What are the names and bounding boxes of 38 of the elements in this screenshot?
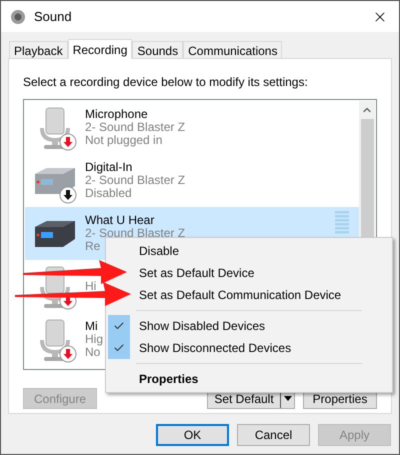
device-driver: 2- Sound Blaster Z [85,174,186,187]
device-driver: Hi [85,280,96,293]
device-status: No [85,346,100,359]
device-driver: 2- Sound Blaster Z [85,227,186,240]
device-status: Re [85,240,100,253]
down-arrow-badge-icon [59,344,77,362]
tab[interactable]: Playback [9,41,68,58]
window-title: Sound [34,8,72,26]
menu-item[interactable]: Set as Default Communication Device [137,284,392,306]
device-driver: Hig [85,333,104,346]
audio-device-icon [33,166,77,196]
microphone-icon [38,106,72,150]
dialog-button[interactable]: OK [156,424,229,446]
down-arrow-badge-icon [59,132,77,150]
check-icon [113,342,125,354]
level-meter-icon [335,211,349,234]
device-status: Not plugged in [85,134,162,147]
device-name: Mi [85,320,98,333]
menu-item[interactable]: Set as Default Device [137,262,392,284]
tab[interactable]: Communications [183,41,282,58]
device-name: What U Hear [85,214,154,227]
device-name: Microphone [85,108,148,121]
tab[interactable]: Sounds [132,41,184,58]
menu-item[interactable]: Show Disabled Devices [137,315,392,337]
device-driver: 2- Sound Blaster Z [85,121,186,134]
dropdown-caret-icon [284,396,292,401]
dialog-button[interactable]: Cancel [237,424,310,446]
menu-item[interactable]: Properties [137,368,392,390]
down-arrow-badge-icon [59,186,77,204]
tab[interactable]: Recording [68,39,132,59]
audio-device-icon [33,218,77,248]
device-name: Digital-In [85,161,132,174]
instruction-text: Select a recording device below to modify its settings: [23,74,309,91]
microphone-icon [38,318,72,362]
device-status: Disabled [85,187,132,200]
check-icon [113,320,125,332]
menu-item[interactable]: Show Disconnected Devices [137,337,392,359]
speaker-icon [10,8,26,24]
